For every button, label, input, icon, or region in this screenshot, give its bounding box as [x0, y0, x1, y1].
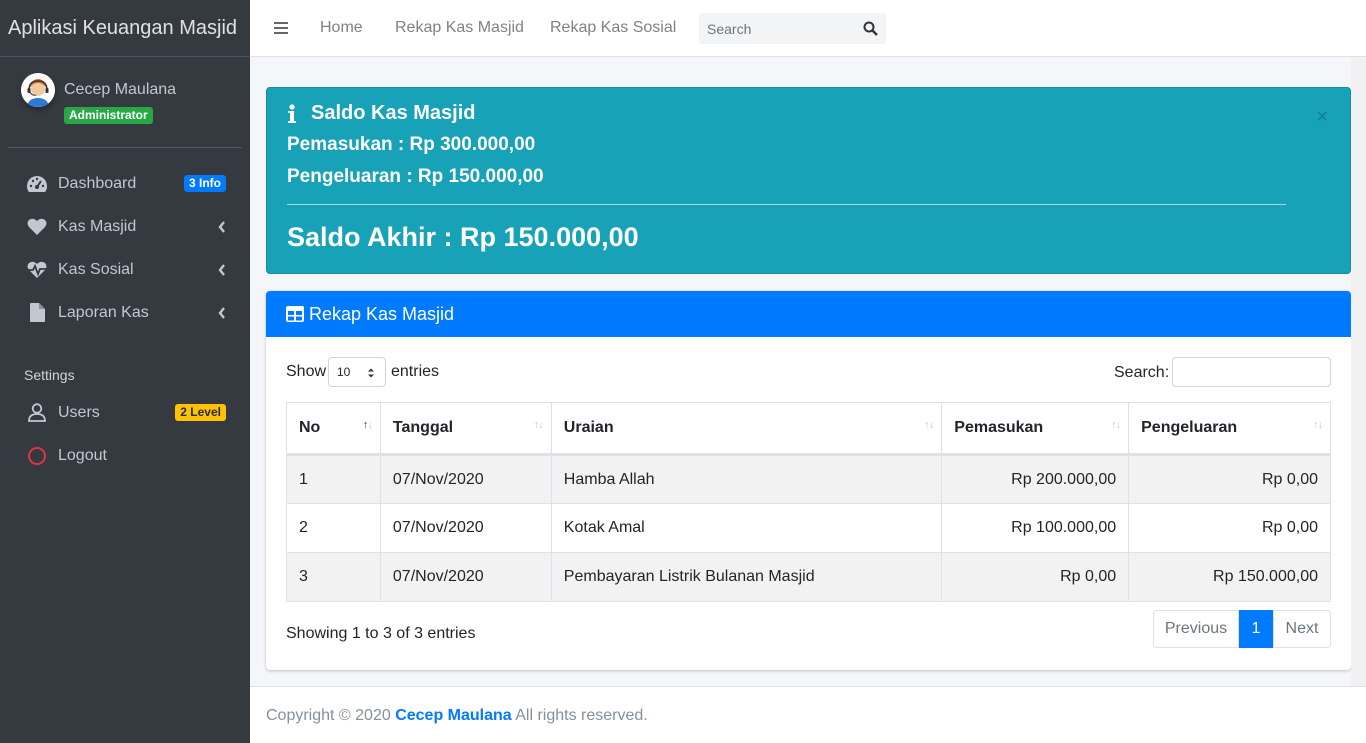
search-input[interactable] — [699, 13, 849, 44]
nav-link-rekap-kas-sosial[interactable]: Rekap Kas Sosial — [550, 19, 676, 37]
file-icon — [26, 302, 48, 324]
column-header-pengeluaran[interactable]: Pengeluaran ↑↓ — [1128, 402, 1331, 456]
info-badge: 3 Info — [184, 175, 226, 192]
alert-title: Saldo Kas Masjid — [311, 102, 476, 124]
select-arrows-icon — [367, 367, 375, 382]
cell-pengeluaran: Rp 0,00 — [1128, 503, 1331, 553]
nav-link-home[interactable]: Home — [320, 19, 363, 37]
page-length-value: 10 — [337, 365, 351, 379]
cell-tanggal: 07/Nov/2020 — [379, 503, 552, 553]
table-row: 3 07/Nov/2020 Pembayaran Listrik Bulanan… — [286, 552, 1331, 602]
settings-header: Settings — [24, 367, 75, 383]
author-link[interactable]: Cecep Maulana — [395, 707, 511, 724]
sidebar-item-laporan-kas[interactable]: Laporan Kas — [8, 291, 242, 334]
role-badge: Administrator — [64, 107, 153, 124]
show-label: Show — [286, 363, 327, 380]
top-navbar: Home Rekap Kas Masjid Rekap Kas Sosial — [250, 0, 1366, 57]
column-header-uraian[interactable]: Uraian ↑↓ — [550, 402, 943, 456]
next-button[interactable]: Next — [1273, 610, 1331, 648]
brand-title: Aplikasi Keuangan Masjid — [8, 16, 238, 39]
nav-link-rekap-kas-masjid[interactable]: Rekap Kas Masjid — [395, 19, 524, 37]
heartbeat-icon — [26, 259, 48, 281]
card-title: Rekap Kas Masjid — [309, 303, 455, 324]
pemasukan-total: Pemasukan : Rp 300.000,00 — [287, 134, 536, 155]
sort-icon: ↑↓ — [533, 419, 544, 431]
hamburger-icon[interactable] — [274, 19, 290, 37]
sidebar-item-logout[interactable]: Logout — [8, 434, 242, 477]
scrollbar[interactable] — [1351, 57, 1366, 686]
sort-icon: ↑↓ — [362, 419, 373, 431]
chevron-left-icon — [218, 263, 226, 281]
column-header-pemasukan[interactable]: Pemasukan ↑↓ — [941, 402, 1130, 456]
column-header-no[interactable]: No ↑↓ — [286, 402, 381, 456]
pagination: Previous 1 Next — [1153, 610, 1331, 648]
cell-tanggal: 07/Nov/2020 — [379, 454, 552, 504]
sort-icon: ↑↓ — [1111, 419, 1121, 431]
sidebar: Aplikasi Keuangan Masjid Cecep Maulana A… — [0, 0, 250, 743]
cell-uraian: Hamba Allah — [550, 454, 943, 504]
close-icon[interactable]: × — [1316, 106, 1328, 129]
sidebar-item-dashboard[interactable]: Dashboard 3 Info — [8, 162, 242, 205]
cell-tanggal: 07/Nov/2020 — [379, 552, 552, 602]
page-1-button[interactable]: 1 — [1239, 610, 1273, 648]
entries-label: entries — [391, 363, 440, 380]
chevron-left-icon — [218, 306, 226, 324]
table-info: Showing 1 to 3 of 3 entries — [286, 625, 476, 642]
cell-pemasukan: Rp 0,00 — [941, 552, 1130, 602]
rekap-card: Rekap Kas Masjid Show 10 entries Search:… — [266, 291, 1351, 670]
cell-pengeluaran: Rp 150.000,00 — [1128, 552, 1331, 602]
table-row: 2 07/Nov/2020 Kotak Amal Rp 100.000,00 R… — [286, 503, 1331, 553]
table-search-input[interactable] — [1172, 357, 1331, 387]
navbar-search — [699, 13, 886, 44]
alert-divider — [287, 204, 1286, 205]
copyright-text: Copyright © 2020 Cecep Maulana All right… — [266, 707, 648, 724]
sidebar-item-label: Dashboard — [58, 174, 137, 192]
cell-no: 1 — [286, 454, 381, 504]
cell-pemasukan: Rp 200.000,00 — [941, 454, 1130, 504]
cell-no: 2 — [286, 503, 381, 553]
sidebar-item-label: Laporan Kas — [58, 303, 149, 321]
previous-button[interactable]: Previous — [1153, 610, 1239, 648]
user-panel: Cecep Maulana Administrator — [8, 57, 242, 148]
column-header-tanggal[interactable]: Tanggal ↑↓ — [379, 402, 552, 456]
search-icon[interactable] — [863, 21, 878, 36]
sort-icon: ↑↓ — [924, 419, 934, 431]
sidebar-item-label: Users — [58, 403, 100, 421]
user-icon — [26, 402, 48, 424]
cell-pemasukan: Rp 100.000,00 — [941, 503, 1130, 553]
sidebar-item-label: Logout — [58, 446, 107, 464]
table-search-label: Search: — [1114, 364, 1170, 381]
chevron-left-icon — [218, 220, 226, 238]
saldo-alert: Saldo Kas Masjid Pemasukan : Rp 300.000,… — [266, 87, 1351, 274]
cell-pengeluaran: Rp 0,00 — [1128, 454, 1331, 504]
page-length-select[interactable]: 10 — [328, 357, 386, 387]
level-badge: 2 Level — [175, 404, 226, 421]
brand-link[interactable]: Aplikasi Keuangan Masjid — [0, 0, 250, 57]
cell-uraian: Pembayaran Listrik Bulanan Masjid — [550, 552, 943, 602]
settings-nav: Users 2 Level Logout — [8, 391, 242, 477]
sidebar-item-kas-sosial[interactable]: Kas Sosial — [8, 248, 242, 291]
sidebar-item-users[interactable]: Users 2 Level — [8, 391, 242, 434]
card-header: Rekap Kas Masjid — [266, 291, 1351, 337]
alert-heading: Saldo Kas Masjid — [287, 102, 476, 125]
user-name[interactable]: Cecep Maulana — [64, 81, 176, 99]
sort-icon: ↑↓ — [1313, 419, 1323, 431]
table-icon — [286, 306, 304, 322]
footer: Copyright © 2020 Cecep Maulana All right… — [250, 686, 1366, 743]
sidebar-nav: Dashboard 3 Info Kas Masjid Kas Sosial L… — [8, 162, 242, 334]
avatar[interactable] — [21, 73, 55, 107]
saldo-akhir: Saldo Akhir : Rp 150.000,00 — [287, 222, 639, 252]
pengeluaran-total: Pengeluaran : Rp 150.000,00 — [287, 166, 544, 187]
sidebar-item-label: Kas Masjid — [58, 217, 137, 235]
cell-no: 3 — [286, 552, 381, 602]
heart-icon — [26, 216, 48, 238]
rekap-table: No ↑↓ Tanggal ↑↓ Uraian ↑↓ Pemasukan ↑↓ Peng… — [286, 402, 1331, 602]
cell-uraian: Kotak Amal — [550, 503, 943, 553]
sidebar-item-label: Kas Sosial — [58, 260, 134, 278]
table-row: 1 07/Nov/2020 Hamba Allah Rp 200.000,00 … — [286, 454, 1331, 504]
tachometer-icon — [26, 173, 48, 195]
sidebar-item-kas-masjid[interactable]: Kas Masjid — [8, 205, 242, 248]
info-icon — [287, 103, 297, 124]
circle-icon — [26, 445, 48, 467]
